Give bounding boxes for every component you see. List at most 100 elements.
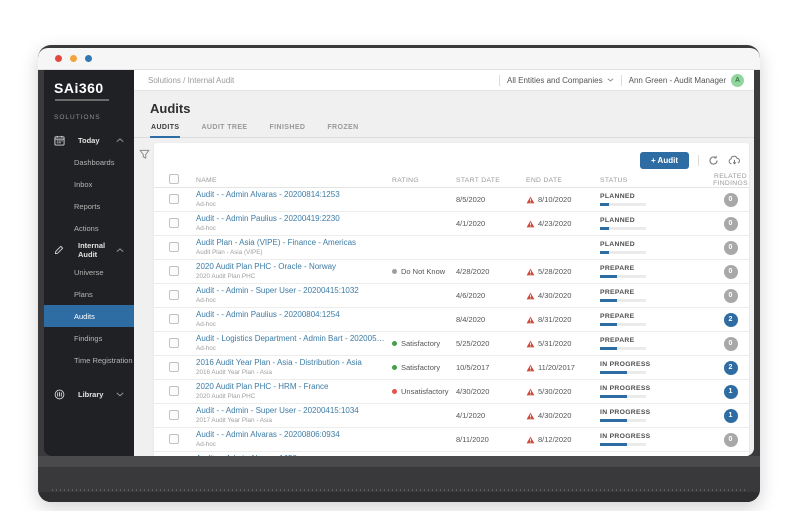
column-header-status: STATUS	[600, 176, 628, 184]
add-audit-button[interactable]: + Audit	[639, 151, 689, 169]
findings-badge[interactable]: 0	[723, 192, 738, 207]
table-row: Audit - - Admin Paulius - 20200804:1254 A…	[154, 308, 749, 332]
export-button[interactable]	[728, 155, 741, 166]
audit-name-link[interactable]: Audit - - Admin - Super User - 20200415:…	[196, 406, 388, 415]
findings-badge[interactable]: 0	[723, 264, 738, 279]
table-row: Audit - - Admin Alvaras - 20200806:0934 A…	[154, 428, 749, 452]
sidebar-item-inbox[interactable]: Inbox	[44, 173, 134, 195]
start-date: 4/6/2020	[456, 291, 486, 300]
end-date-value: 5/30/2020	[538, 387, 572, 396]
rating-label: Satisfactory	[401, 339, 441, 348]
sidebar-item-findings[interactable]: Findings	[44, 327, 134, 349]
audit-plan-label: Ad-hoc	[196, 201, 216, 208]
end-date-value: 5/31/2020	[538, 339, 572, 348]
status-label: IN PROGRESS	[600, 433, 651, 440]
tab-audit-tree[interactable]: AUDIT TREE	[200, 124, 248, 138]
audit-name-link[interactable]: Audit - - Admin - Super User - 20200415:…	[196, 286, 388, 295]
row-checkbox[interactable]	[169, 385, 179, 396]
logo-tagline	[55, 99, 109, 101]
frame-dotted-strip	[52, 489, 746, 491]
findings-badge[interactable]: 0	[723, 240, 738, 255]
status-progress	[600, 371, 646, 374]
sidebar-item-dashboards[interactable]: Dashboards	[44, 151, 134, 173]
row-checkbox[interactable]	[169, 217, 179, 228]
warning-icon	[526, 292, 535, 300]
rating-dot	[392, 269, 397, 274]
audit-plan-label: Ad-hoc	[196, 345, 216, 352]
sidebar-item-plans[interactable]: Plans	[44, 283, 134, 305]
findings-badge[interactable]: 0	[723, 336, 738, 351]
audit-plan-label: Audit Plan - Asia (VIPE)	[196, 249, 263, 256]
findings-badge[interactable]: 1	[723, 408, 738, 423]
end-date: 4/23/2020	[526, 219, 600, 228]
audit-name-link[interactable]: Audit - - Admin Paulius - 20200804:1254	[196, 310, 388, 319]
select-all-checkbox[interactable]	[169, 174, 179, 184]
start-date: 4/1/2020	[456, 411, 486, 420]
maximize-window-button[interactable]	[85, 55, 92, 62]
breadcrumb[interactable]: Solutions / Internal Audit	[148, 76, 234, 85]
sidebar-item-universe[interactable]: Universe	[44, 261, 134, 283]
findings-badge[interactable]: 0	[723, 288, 738, 303]
audit-name-link[interactable]: Audit Plan - Asia (VIPE) - Finance - Ame…	[196, 238, 388, 247]
end-date-value: 4/30/2020	[538, 291, 572, 300]
sidebar-group-today[interactable]: Today	[44, 129, 134, 151]
entity-selector[interactable]: All Entities and Companies	[507, 76, 614, 85]
table-row: 2020 Audit Plan PHC - HRM - France 2020 A…	[154, 380, 749, 404]
sidebar-group-library[interactable]: Library	[44, 383, 134, 405]
tab-audits[interactable]: AUDITS	[150, 124, 181, 138]
sidebar-group-internal-audit[interactable]: Internal Audit	[44, 239, 134, 261]
sidebar-item-reports[interactable]: Reports	[44, 195, 134, 217]
sai360-logo: SAi360	[54, 80, 104, 96]
audit-name-link[interactable]: Audit - Logistics Department - Admin Bar…	[196, 334, 388, 343]
audit-plan-label: 2020 Audit Plan PHC	[196, 393, 256, 400]
findings-badge[interactable]: 0	[723, 216, 738, 231]
sidebar-group-label: Internal Audit	[78, 241, 106, 259]
tab-frozen[interactable]: FROZEN	[326, 124, 359, 138]
audit-name-link[interactable]: 2020 Audit Plan PHC - Oracle - Norway	[196, 262, 388, 271]
findings-badge[interactable]: 2	[723, 312, 738, 327]
rating-dot	[392, 365, 397, 370]
warning-icon	[526, 364, 535, 372]
tab-finished[interactable]: FINISHED	[268, 124, 306, 138]
minimize-window-button[interactable]	[70, 55, 77, 62]
row-checkbox[interactable]	[169, 361, 179, 372]
end-date: 11/20/2017	[526, 363, 600, 372]
row-checkbox[interactable]	[169, 289, 179, 300]
status-progress	[600, 299, 646, 302]
status-label: PLANNED	[600, 241, 635, 248]
entity-selector-label: All Entities and Companies	[507, 75, 603, 85]
sidebar-group-label: Today	[78, 135, 100, 145]
chevron-up-icon	[116, 137, 128, 143]
end-date: 5/31/2020	[526, 339, 600, 348]
row-checkbox[interactable]	[169, 313, 179, 324]
app-window: SAi360 SOLUTIONS Today Dashboards Inbox Rep…	[38, 45, 760, 502]
status-progress	[600, 203, 646, 206]
table-row: Audit - - Admin Alvaras - 20200814:1253 A…	[154, 188, 749, 212]
audit-name-link[interactable]: 2016 Audit Year Plan - Asia - Distributi…	[196, 358, 388, 367]
row-checkbox[interactable]	[169, 193, 179, 204]
findings-badge[interactable]: 2	[723, 360, 738, 375]
row-checkbox[interactable]	[169, 265, 179, 276]
row-checkbox[interactable]	[169, 241, 179, 252]
status-label: PLANNED	[600, 193, 635, 200]
filter-funnel-icon[interactable]	[139, 149, 150, 160]
sidebar-item-actions[interactable]: Actions	[44, 217, 134, 239]
row-checkbox[interactable]	[169, 409, 179, 420]
audit-plan-label: Ad-hoc	[196, 225, 216, 232]
row-checkbox[interactable]	[169, 337, 179, 348]
audit-name-link[interactable]: Audit - - Admin Paulius - 20200419:2230	[196, 214, 388, 223]
start-date: 8/5/2020	[456, 195, 486, 204]
sidebar-item-audits[interactable]: Audits	[44, 305, 134, 327]
audit-name-link[interactable]: Audit - - Admin Alvaras - 20200814:1253	[196, 190, 388, 199]
audit-name-link[interactable]: 2020 Audit Plan PHC - HRM - France	[196, 382, 388, 391]
audit-name-link[interactable]: Audit - - Admin Alvaras - 20200806:0934	[196, 430, 388, 439]
findings-badge[interactable]: 1	[723, 384, 738, 399]
user-menu[interactable]: Ann Green - Audit Manager A	[629, 73, 744, 87]
end-date: 4/30/2020	[526, 411, 600, 420]
status-progress	[600, 419, 646, 422]
sidebar-item-time-registration[interactable]: Time Registration	[44, 349, 134, 371]
row-checkbox[interactable]	[169, 433, 179, 444]
close-window-button[interactable]	[55, 55, 62, 62]
findings-badge[interactable]: 0	[723, 432, 738, 447]
refresh-button[interactable]	[708, 155, 719, 166]
